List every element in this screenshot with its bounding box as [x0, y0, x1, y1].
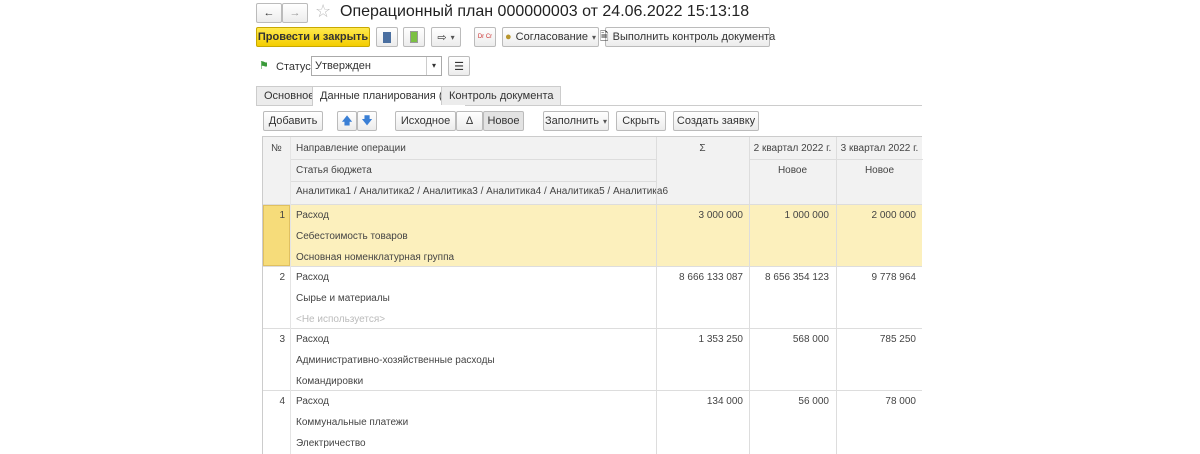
chevron-down-icon: ▾ [591, 32, 596, 42]
status-select[interactable]: Утвержден ▾ [311, 56, 442, 76]
status-history-button[interactable]: ☰ [448, 56, 470, 76]
row-analytics: Электричество [296, 438, 366, 449]
document-post-icon [410, 31, 418, 43]
row-direction: Расход [296, 396, 329, 407]
delta-toggle[interactable]: Δ [456, 111, 483, 131]
row-article: Административно-хозяйственные расходы [296, 355, 495, 366]
row-q2: 1 000 000 [784, 210, 830, 221]
document-check-icon: 🗎 [599, 30, 609, 43]
create-based-button[interactable]: ⇨ ▾ [431, 27, 461, 47]
row-q3: 2 000 000 [871, 210, 917, 221]
post-and-close-button[interactable]: Провести и закрыть [256, 27, 370, 47]
row-sum: 134 000 [706, 396, 743, 407]
favorite-star-icon[interactable]: ☆ [315, 1, 331, 22]
col-sum: Σ [699, 143, 706, 154]
row-article: Коммунальные платежи [296, 417, 409, 428]
col-direction: Направление операции [296, 143, 406, 154]
row-q2: 568 000 [792, 334, 829, 345]
page-title: Операционный план 000000003 от 24.06.202… [340, 3, 750, 20]
row-q2: 56 000 [798, 396, 829, 407]
table-row[interactable]: 2 Расход Сырье и материалы <Не используе… [263, 266, 922, 328]
row-direction: Расход [296, 272, 329, 283]
arrow-down-icon: 🡇 [361, 114, 373, 127]
row-number: 1 [279, 210, 285, 221]
add-button[interactable]: Добавить [263, 111, 323, 131]
table-row[interactable]: 3 Расход Административно-хозяйственные р… [263, 328, 922, 390]
row-article: Себестоимость товаров [296, 231, 408, 242]
row-q3: 785 250 [879, 334, 916, 345]
row-q3: 78 000 [885, 396, 916, 407]
table-row[interactable]: 4 Расход Коммунальные платежи Электричес… [263, 390, 922, 452]
row-analytics: <Не используется> [296, 314, 386, 325]
row-q2: 8 656 354 123 [765, 272, 829, 283]
document-control-button[interactable]: 🗎 Выполнить контроль документа [600, 27, 775, 47]
list-icon: ☰ [454, 60, 464, 73]
chevron-down-icon: ▾ [450, 32, 455, 42]
col-q3-sub: Новое [864, 165, 895, 176]
col-q2: 2 квартал 2022 г. [753, 143, 832, 154]
col-q2-sub: Новое [777, 165, 808, 176]
forward-button[interactable]: → [282, 3, 308, 23]
tab-document-control[interactable]: Контроль документа [441, 86, 562, 105]
check-icon: ● [505, 31, 512, 43]
save-icon [383, 31, 391, 43]
status-label: Статус: [276, 61, 314, 73]
move-up-button[interactable]: 🡅 [337, 111, 357, 131]
table-header: № Направление операции Статья бюджета Ан… [263, 137, 923, 204]
save-button[interactable] [376, 27, 398, 47]
drcr-icon: Dr Cr [477, 34, 493, 40]
row-article: Сырье и материалы [296, 293, 390, 304]
row-sum: 3 000 000 [698, 210, 744, 221]
chevron-down-icon[interactable]: ▾ [426, 57, 441, 75]
back-button[interactable]: ← [256, 3, 282, 23]
chevron-down-icon: ▾ [603, 116, 608, 126]
flag-icon: ⚑ [259, 60, 269, 72]
create-based-icon: ⇨ [437, 31, 447, 44]
fill-button[interactable]: Заполнить ▾ [543, 111, 609, 131]
col-num: № [271, 143, 282, 154]
row-direction: Расход [296, 210, 329, 221]
col-article: Статья бюджета [296, 165, 372, 176]
table-row[interactable]: 1 Расход Себестоимость товаров Основная … [263, 204, 922, 266]
planning-table[interactable]: № Направление операции Статья бюджета Ан… [262, 136, 923, 454]
hide-button[interactable]: Скрыть [616, 111, 666, 131]
row-direction: Расход [296, 334, 329, 345]
post-button[interactable] [403, 27, 425, 47]
row-analytics: Командировки [296, 376, 364, 387]
approval-button[interactable]: ● Согласование ▾ [502, 27, 599, 47]
source-toggle[interactable]: Исходное [395, 111, 456, 131]
row-sum: 8 666 133 087 [679, 272, 743, 283]
arrow-up-icon: 🡅 [341, 114, 353, 127]
col-analytics: Аналитика1 / Аналитика2 / Аналитика3 / А… [296, 186, 669, 197]
row-number: 3 [279, 334, 285, 345]
move-down-button[interactable]: 🡇 [357, 111, 377, 131]
row-number: 2 [279, 272, 285, 283]
new-toggle[interactable]: Новое [483, 111, 524, 131]
drcr-button[interactable]: Dr Cr [474, 27, 496, 47]
row-number: 4 [279, 396, 285, 407]
row-sum: 1 353 250 [698, 334, 744, 345]
col-q3: 3 квартал 2022 г. [840, 143, 919, 154]
create-request-button[interactable]: Создать заявку [673, 111, 759, 131]
row-q3: 9 778 964 [871, 272, 917, 283]
row-analytics: Основная номенклатурная группа [296, 252, 455, 263]
